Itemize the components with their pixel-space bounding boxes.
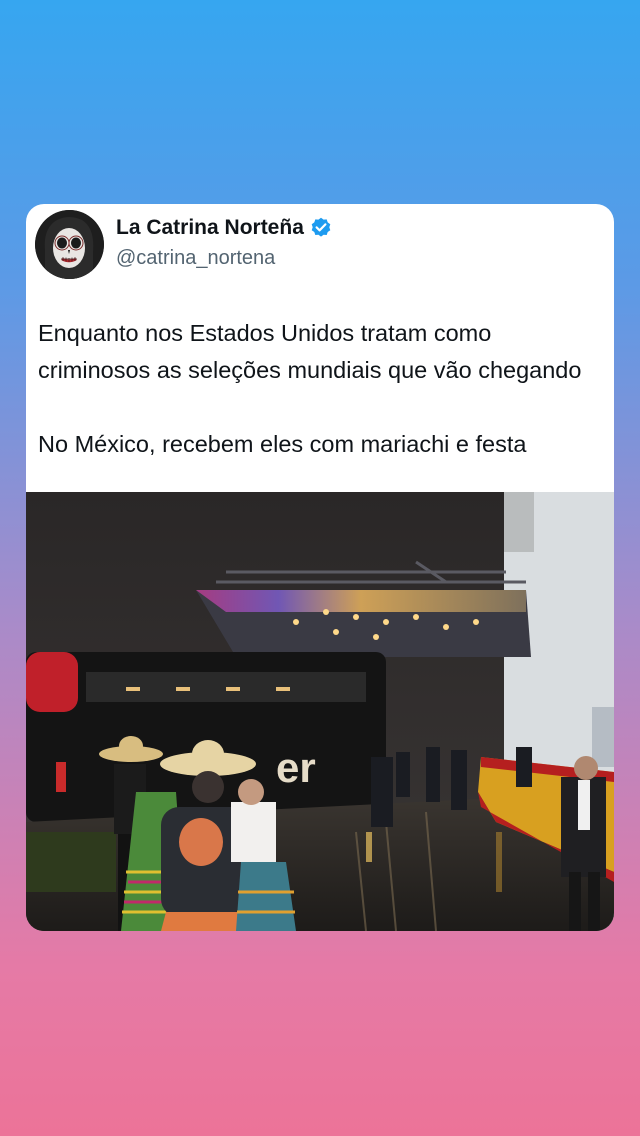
tweet-media-photo[interactable]: er <box>26 492 614 931</box>
author-name[interactable]: La Catrina Norteña <box>116 216 304 240</box>
svg-text:er: er <box>276 744 316 791</box>
author-handle[interactable]: @catrina_nortena <box>116 247 275 270</box>
verified-badge-icon <box>310 217 332 239</box>
tweet-body: Enquanto nos Estados Unidos tratam como … <box>38 315 608 463</box>
author-name-row: La Catrina Norteña <box>116 216 332 240</box>
tweet-paragraph: No México, recebem eles com mariachi e f… <box>38 431 527 457</box>
tweet-paragraph: Enquanto nos Estados Unidos tratam como … <box>38 320 582 383</box>
catrina-skull-avatar-icon[interactable] <box>35 210 104 279</box>
tweet-header: La Catrina Norteña @catrina_nortena <box>26 204 614 294</box>
tweet-card[interactable]: La Catrina Norteña @catrina_nortena Enqu… <box>26 204 614 931</box>
